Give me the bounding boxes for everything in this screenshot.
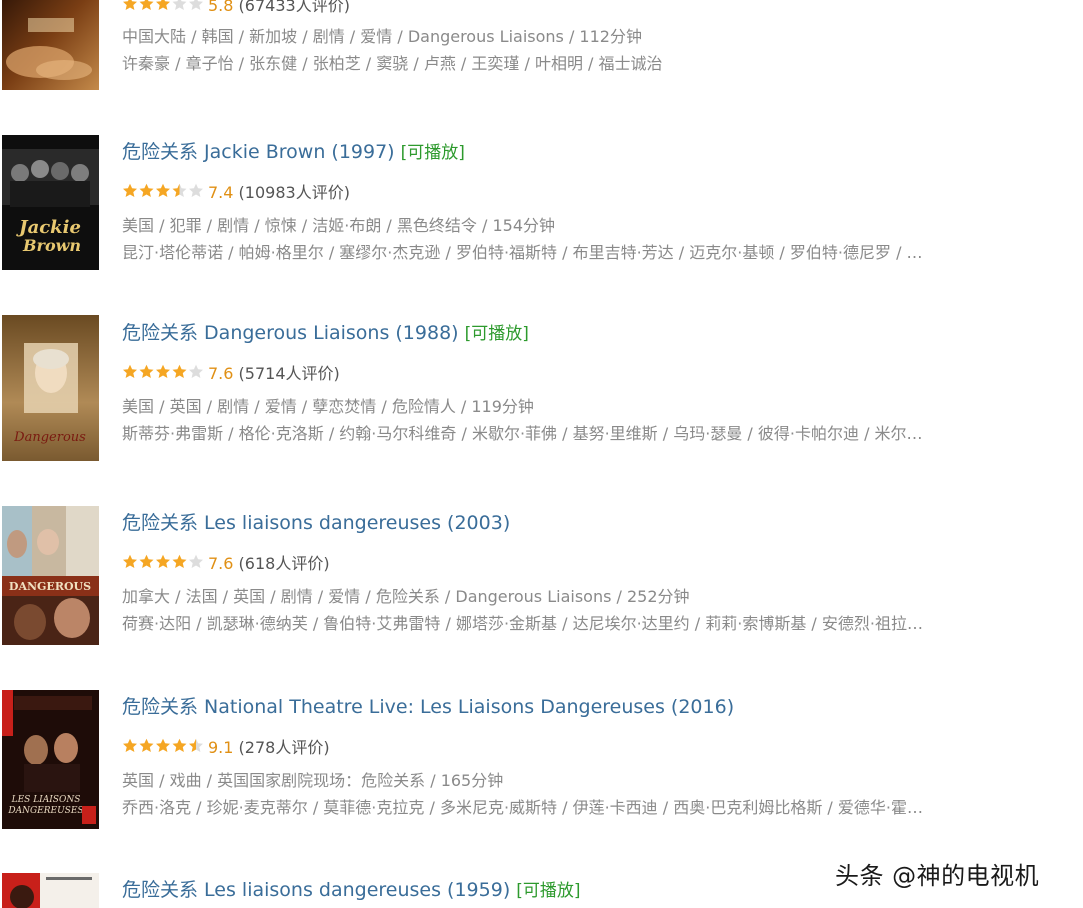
star-icon <box>172 183 187 197</box>
rating-votes: (278人评价) <box>238 738 330 757</box>
rating-score: 9.1 <box>208 738 234 757</box>
poster-image <box>2 873 99 908</box>
stars-svg <box>123 554 203 568</box>
svg-text:Dangerous: Dangerous <box>13 430 86 445</box>
movie-cast: 乔西·洛克 / 珍妮·麦克蒂尔 / 莫菲德·克拉克 / 多米尼克·威斯特 / 伊… <box>122 798 923 817</box>
movie-title-link[interactable]: 危险关系 Les liaisons dangereuses (1959) <box>122 879 510 901</box>
movie-meta: 美国 / 英国 / 剧情 / 爱情 / 孽恋焚情 / 危险情人 / 119分钟 <box>122 397 534 416</box>
star-rating-icon <box>122 738 204 754</box>
rating: 7.6 (5714人评价) <box>122 364 340 384</box>
rating-votes: (618人评价) <box>238 554 330 573</box>
star-icon <box>139 183 154 197</box>
movie-cast: 荷赛·达阳 / 凯瑟琳·德纳芙 / 鲁伯特·艾弗雷特 / 娜塔莎·金斯基 / 达… <box>122 614 923 633</box>
svg-text:DANGEREUSES: DANGEREUSES <box>7 806 83 816</box>
star-icon <box>189 738 203 752</box>
star-icon <box>156 364 170 378</box>
playable-link[interactable]: [可播放] <box>516 881 580 901</box>
svg-text:Jackie: Jackie <box>16 217 81 238</box>
star-icon <box>172 554 187 568</box>
star-icon <box>123 554 137 568</box>
movie-title-link[interactable]: 危险关系 Jackie Brown (1997) <box>122 141 395 163</box>
movie-title-link[interactable]: 危险关系 Les liaisons dangereuses (2003) <box>122 512 510 534</box>
rating: 7.4 (10983人评价) <box>122 183 350 203</box>
star-icon <box>172 364 187 378</box>
poster-image <box>2 0 99 90</box>
movie-poster[interactable]: Jackie Brown <box>2 135 99 270</box>
star-icon <box>172 0 187 10</box>
star-icon <box>139 364 154 378</box>
star-icon <box>123 738 137 752</box>
star-icon <box>172 738 187 752</box>
movie-poster[interactable] <box>2 0 99 90</box>
movie-title-link[interactable]: 危险关系 Dangerous Liaisons (1988) <box>122 322 459 344</box>
result-title-line: 危险关系 Jackie Brown (1997) [可播放] <box>122 140 465 165</box>
star-icon <box>156 554 170 568</box>
movie-poster[interactable] <box>2 873 99 908</box>
star-icon <box>139 738 154 752</box>
movie-title-link[interactable]: 危险关系 National Theatre Live: Les Liaisons… <box>122 696 734 718</box>
svg-text:LES LIAISONS: LES LIAISONS <box>11 795 81 805</box>
playable-link[interactable]: [可播放] <box>465 324 529 344</box>
poster-image: LES LIAISONS DANGEREUSES <box>2 690 99 829</box>
movie-cast: 许秦豪 / 章子怡 / 张东健 / 张柏芝 / 窦骁 / 卢燕 / 王奕瑾 / … <box>122 54 663 73</box>
star-icon <box>139 554 154 568</box>
star-icon <box>123 0 137 10</box>
star-icon <box>189 0 203 10</box>
rating-votes: (67433人评价) <box>238 0 350 15</box>
movie-meta: 中国大陆 / 韩国 / 新加坡 / 剧情 / 爱情 / Dangerous Li… <box>122 27 642 46</box>
star-icon <box>156 738 170 752</box>
result-title-line: 危险关系 Les liaisons dangereuses (2003) <box>122 511 510 535</box>
star-icon <box>123 364 137 378</box>
rating-votes: (10983人评价) <box>238 183 350 202</box>
svg-text:DANGEROUS: DANGEROUS <box>9 580 91 593</box>
stars-svg <box>123 738 203 752</box>
movie-cast: 斯蒂芬·弗雷斯 / 格伦·克洛斯 / 约翰·马尔科维奇 / 米歇尔·菲佛 / 基… <box>122 424 923 443</box>
star-icon <box>139 0 154 10</box>
svg-text:Brown: Brown <box>22 236 81 255</box>
result-title-line: 危险关系 Les liaisons dangereuses (1959) [可播放… <box>122 878 581 903</box>
poster-image: DANGEROUS <box>2 506 99 645</box>
rating-score: 7.6 <box>208 554 234 573</box>
stars-svg <box>123 183 203 197</box>
rating: 5.8 (67433人评价) <box>122 0 350 16</box>
rating-score: 5.8 <box>208 0 234 15</box>
movie-poster[interactable]: LES LIAISONS DANGEREUSES <box>2 690 99 829</box>
rating: 7.6 (618人评价) <box>122 554 330 574</box>
star-rating-icon <box>122 554 204 570</box>
movie-meta: 英国 / 戏曲 / 英国国家剧院现场：危险关系 / 165分钟 <box>122 771 504 790</box>
stars-svg <box>123 0 203 10</box>
star-icon <box>189 364 203 378</box>
star-rating-icon <box>122 0 204 12</box>
movie-meta: 加拿大 / 法国 / 英国 / 剧情 / 爱情 / 危险关系 / Dangero… <box>122 587 690 606</box>
playable-link[interactable]: [可播放] <box>401 143 465 163</box>
rating: 9.1 (278人评价) <box>122 738 330 758</box>
star-icon <box>189 554 203 568</box>
result-title-line: 危险关系 Dangerous Liaisons (1988) [可播放] <box>122 321 529 346</box>
poster-image: Jackie Brown <box>2 135 99 270</box>
star-rating-icon <box>122 183 204 199</box>
watermark-text: 头条 @神的电视机 <box>835 862 1040 890</box>
stars-svg <box>123 364 203 378</box>
poster-image: Dangerous <box>2 315 99 461</box>
movie-meta: 美国 / 犯罪 / 剧情 / 惊悚 / 洁姬·布朗 / 黑色终结令 / 154分… <box>122 216 556 235</box>
rating-score: 7.6 <box>208 364 234 383</box>
star-rating-icon <box>122 364 204 380</box>
movie-poster[interactable]: Dangerous <box>2 315 99 461</box>
result-title-line: 危险关系 National Theatre Live: Les Liaisons… <box>122 695 734 719</box>
star-icon <box>156 0 170 10</box>
movie-cast: 昆汀·塔伦蒂诺 / 帕姆·格里尔 / 塞缪尔·杰克逊 / 罗伯特·福斯特 / 布… <box>122 243 923 262</box>
star-icon <box>189 183 203 197</box>
star-icon <box>123 183 137 197</box>
star-icon <box>156 183 170 197</box>
rating-votes: (5714人评价) <box>238 364 340 383</box>
movie-poster[interactable]: DANGEROUS <box>2 506 99 645</box>
rating-score: 7.4 <box>208 183 234 202</box>
